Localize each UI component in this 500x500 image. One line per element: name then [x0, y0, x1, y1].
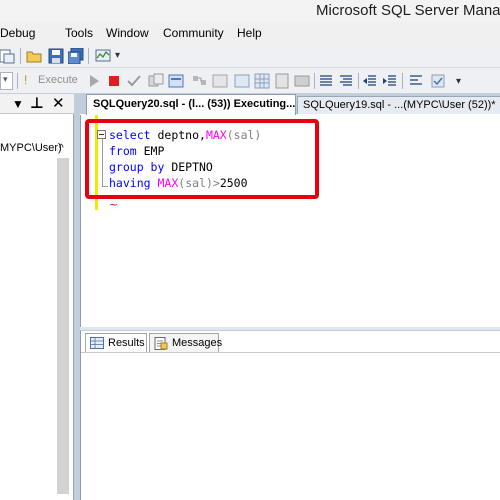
menu-debug[interactable]: Debug [0, 26, 35, 40]
results-pane: Results Messages [80, 330, 500, 500]
scroll-up-icon[interactable]: ^ [59, 143, 64, 154]
pin-icon[interactable]: ⊥ [30, 94, 44, 112]
highlight-annotation [85, 119, 319, 199]
panel-dropdown-icon[interactable]: ▼ [12, 97, 24, 111]
toolbar-overflow-icon-2[interactable]: ▾ [456, 76, 461, 87]
tree-item-label: MYPC\User) [0, 142, 62, 154]
standard-toolbar: ▾ [0, 44, 500, 68]
results-to-file-icon[interactable] [274, 73, 290, 89]
messages-tab-label: Messages [172, 337, 223, 349]
tab-label: SQLQuery20.sql - (l... (53)) Executing..… [93, 98, 296, 110]
tab-messages[interactable]: Messages [149, 333, 223, 352]
menu-community[interactable]: Community [163, 26, 224, 40]
debug-play-icon[interactable] [86, 73, 102, 89]
results-to-text-icon[interactable] [234, 73, 250, 89]
menu-window[interactable]: Window [106, 26, 149, 40]
save-icon[interactable] [48, 48, 64, 64]
results-tab-label: Results [108, 337, 145, 349]
activity-monitor-icon[interactable] [95, 48, 111, 64]
save-all-icon[interactable] [68, 48, 84, 64]
tab-sqlquery19[interactable]: SQLQuery19.sql - ...(MYPC\User (52))* [297, 96, 500, 114]
specify-values-icon[interactable] [408, 73, 424, 89]
include-plan-icon[interactable] [294, 73, 310, 89]
tree-item-server[interactable]: MYPC\User) [0, 142, 62, 154]
chevron-down-icon: ▾ [3, 74, 8, 84]
object-explorer-header: ▼ ⊥ ✕ [0, 94, 74, 114]
uncomment-lines-icon[interactable] [338, 73, 354, 89]
execute-icon[interactable]: ! [24, 73, 27, 87]
menu-bar: Debug Tools Window Community Help [0, 22, 500, 44]
increase-indent-icon[interactable] [382, 73, 398, 89]
results-to-grid-icon[interactable] [254, 73, 270, 89]
scrollbar-thumb[interactable] [57, 158, 69, 494]
sql-editor-toolbar: ▾ ! Execute ▾ [0, 68, 500, 94]
execute-button[interactable]: Execute [38, 74, 78, 86]
toolbar-overflow-icon[interactable]: ▾ [115, 50, 120, 61]
toolbar-options-icon[interactable] [430, 73, 446, 89]
parse-check-icon[interactable] [126, 73, 142, 89]
error-squiggle: ~ [109, 198, 119, 211]
tab-sqlquery20[interactable]: SQLQuery20.sql - (l... (53)) Executing..… [86, 94, 296, 115]
comment-lines-icon[interactable] [318, 73, 334, 89]
object-explorer-panel: ▼ ⊥ ✕ MYPC\User) ^ [0, 94, 74, 500]
cancel-stop-icon[interactable] [106, 73, 122, 89]
menu-tools[interactable]: Tools [65, 26, 93, 40]
grid-icon [90, 337, 104, 349]
intellisense-icon[interactable] [168, 73, 184, 89]
display-plan-icon[interactable] [192, 73, 208, 89]
window-title: Microsoft SQL Server Manage [316, 2, 500, 19]
menu-help[interactable]: Help [237, 26, 262, 40]
query-options-icon[interactable] [148, 73, 164, 89]
query-in-editor-icon[interactable] [212, 73, 228, 89]
messages-icon [154, 337, 168, 350]
close-icon[interactable]: ✕ [52, 94, 65, 112]
open-folder-icon[interactable] [26, 48, 42, 64]
decrease-indent-icon[interactable] [362, 73, 378, 89]
tab-results[interactable]: Results [85, 333, 147, 352]
results-tabs: Results Messages [81, 331, 500, 353]
title-bar: Microsoft SQL Server Manage [0, 0, 500, 22]
tab-label: SQLQuery19.sql - ...(MYPC\User (52))* [303, 99, 496, 111]
new-query-icon[interactable] [0, 48, 16, 64]
